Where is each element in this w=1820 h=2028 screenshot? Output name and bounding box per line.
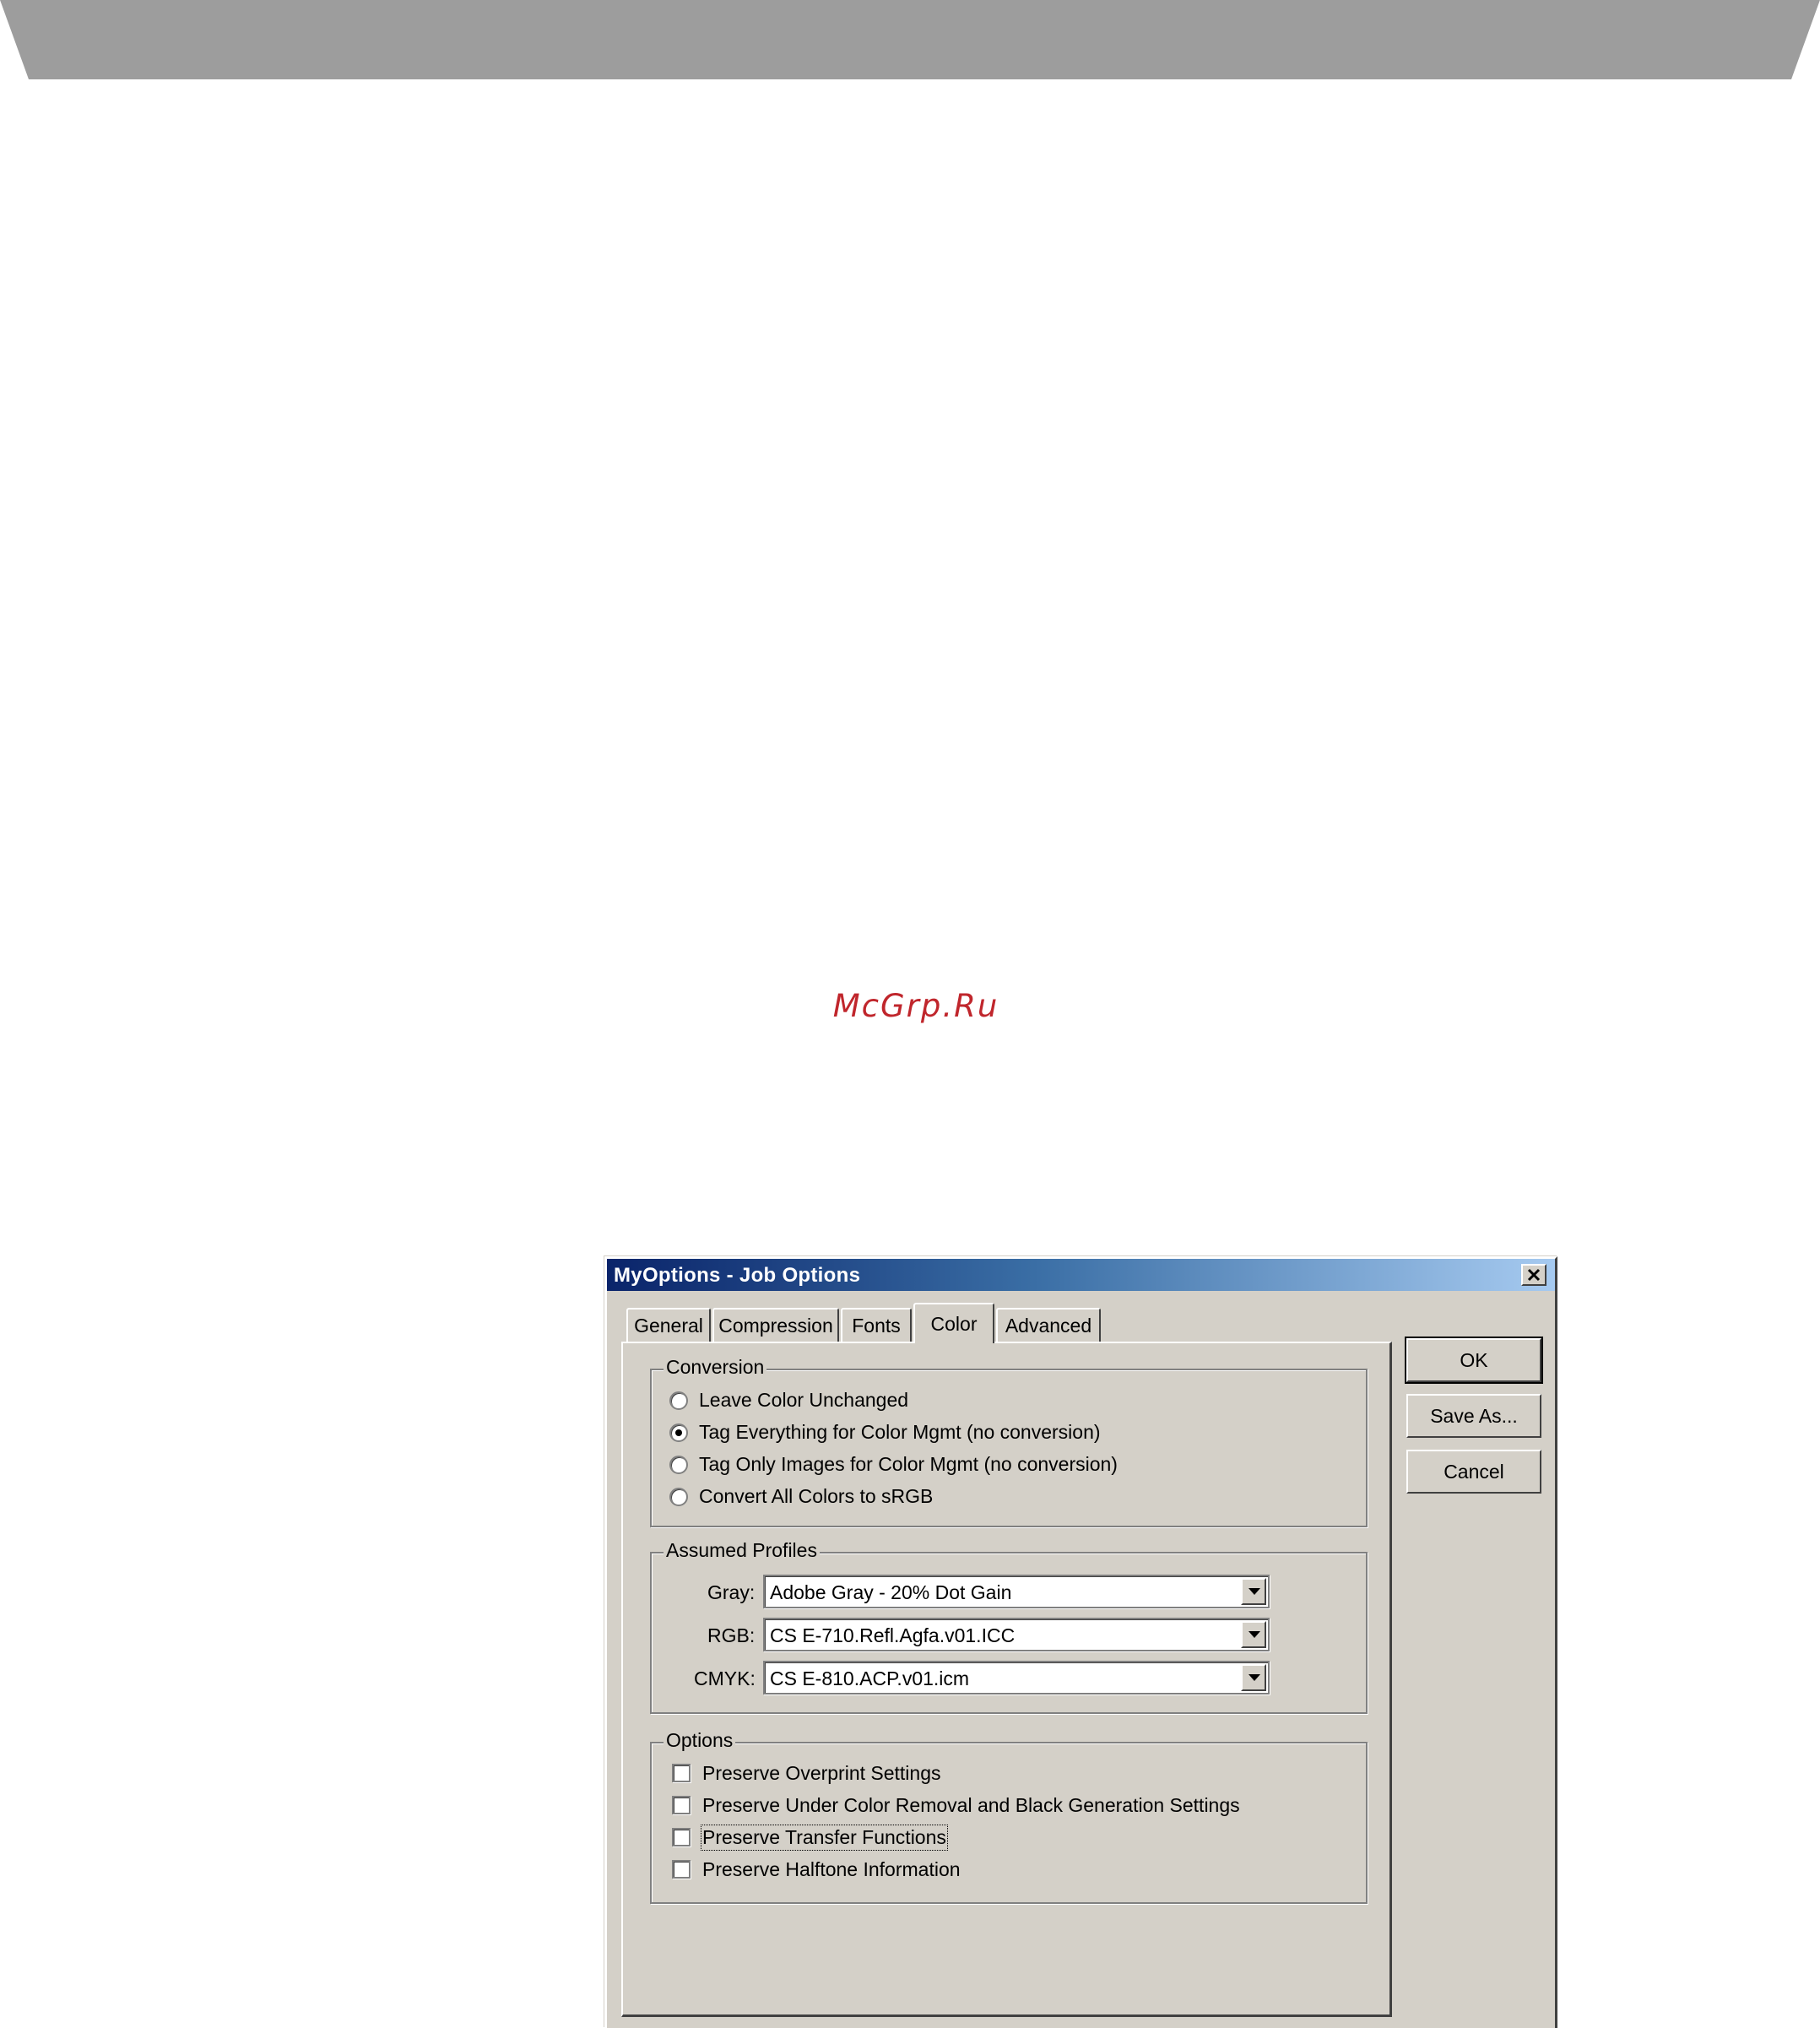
checkbox-preserve-halftone[interactable] bbox=[672, 1860, 691, 1879]
cmyk-profile-value: CS E-810.ACP.v01.icm bbox=[770, 1667, 970, 1689]
tab-label: Advanced bbox=[1005, 1314, 1092, 1337]
close-button[interactable] bbox=[1521, 1264, 1546, 1286]
checkbox-preserve-transfer[interactable] bbox=[672, 1828, 691, 1846]
tab-label: Color bbox=[930, 1312, 978, 1335]
radio-convert-to-srgb[interactable] bbox=[669, 1488, 688, 1506]
options-group-title: Options bbox=[664, 1729, 736, 1752]
gray-profile-value: Adobe Gray - 20% Dot Gain bbox=[770, 1581, 1012, 1603]
assumed-profiles-group-title: Assumed Profiles bbox=[664, 1539, 820, 1562]
checkbox-preserve-overprint[interactable] bbox=[672, 1764, 691, 1782]
tab-general[interactable]: General bbox=[626, 1308, 711, 1342]
gray-profile-select[interactable]: Adobe Gray - 20% Dot Gain bbox=[763, 1575, 1270, 1608]
chevron-down-icon[interactable] bbox=[1241, 1578, 1266, 1605]
title-bar[interactable]: MyOptions - Job Options bbox=[607, 1259, 1555, 1291]
tab-advanced[interactable]: Advanced bbox=[996, 1308, 1101, 1342]
cancel-button[interactable]: Cancel bbox=[1406, 1450, 1541, 1494]
watermark-text: McGrp.Ru bbox=[832, 988, 999, 1024]
rgb-profile-select[interactable]: CS E-710.Refl.Agfa.v01.ICC bbox=[763, 1618, 1270, 1651]
tab-label: Fonts bbox=[852, 1314, 901, 1337]
chevron-down-icon[interactable] bbox=[1241, 1664, 1266, 1691]
chevron-down-icon[interactable] bbox=[1241, 1621, 1266, 1648]
cmyk-profile-label: CMYK: bbox=[694, 1667, 756, 1689]
close-icon bbox=[1527, 1268, 1541, 1282]
checkbox-label: Preserve Under Color Removal and Black G… bbox=[702, 1794, 1240, 1816]
checkbox-label: Preserve Transfer Functions bbox=[701, 1825, 948, 1851]
save-as-button-label: Save As... bbox=[1430, 1404, 1518, 1427]
radio-leave-color-unchanged[interactable] bbox=[669, 1391, 688, 1410]
radio-label: Leave Color Unchanged bbox=[699, 1389, 909, 1411]
tab-color[interactable]: Color bbox=[913, 1303, 994, 1343]
radio-tag-only-images[interactable] bbox=[669, 1456, 688, 1474]
cancel-button-label: Cancel bbox=[1444, 1460, 1504, 1483]
gray-profile-label: Gray: bbox=[707, 1581, 756, 1603]
dialog-title: MyOptions - Job Options bbox=[614, 1264, 861, 1287]
checkbox-preserve-ucr-bg[interactable] bbox=[672, 1796, 691, 1814]
conversion-group-title: Conversion bbox=[664, 1356, 767, 1379]
tab-label: Compression bbox=[718, 1314, 833, 1337]
tab-fonts[interactable]: Fonts bbox=[841, 1308, 912, 1342]
cmyk-profile-select[interactable]: CS E-810.ACP.v01.icm bbox=[763, 1661, 1270, 1695]
rgb-profile-value: CS E-710.Refl.Agfa.v01.ICC bbox=[770, 1624, 1016, 1646]
tab-compression[interactable]: Compression bbox=[712, 1308, 839, 1342]
checkbox-label: Preserve Overprint Settings bbox=[702, 1762, 941, 1784]
checkbox-label: Preserve Halftone Information bbox=[702, 1858, 961, 1880]
ok-button-label: OK bbox=[1460, 1348, 1488, 1371]
radio-tag-everything[interactable] bbox=[669, 1423, 688, 1442]
radio-label: Tag Only Images for Color Mgmt (no conve… bbox=[699, 1453, 1118, 1475]
ok-button[interactable]: OK bbox=[1405, 1337, 1543, 1384]
save-as-button[interactable]: Save As... bbox=[1406, 1394, 1541, 1438]
radio-label: Tag Everything for Color Mgmt (no conver… bbox=[699, 1421, 1101, 1443]
tab-label: General bbox=[634, 1314, 703, 1337]
rgb-profile-label: RGB: bbox=[707, 1624, 756, 1646]
radio-label: Convert All Colors to sRGB bbox=[699, 1485, 934, 1507]
top-banner bbox=[0, 0, 1820, 79]
